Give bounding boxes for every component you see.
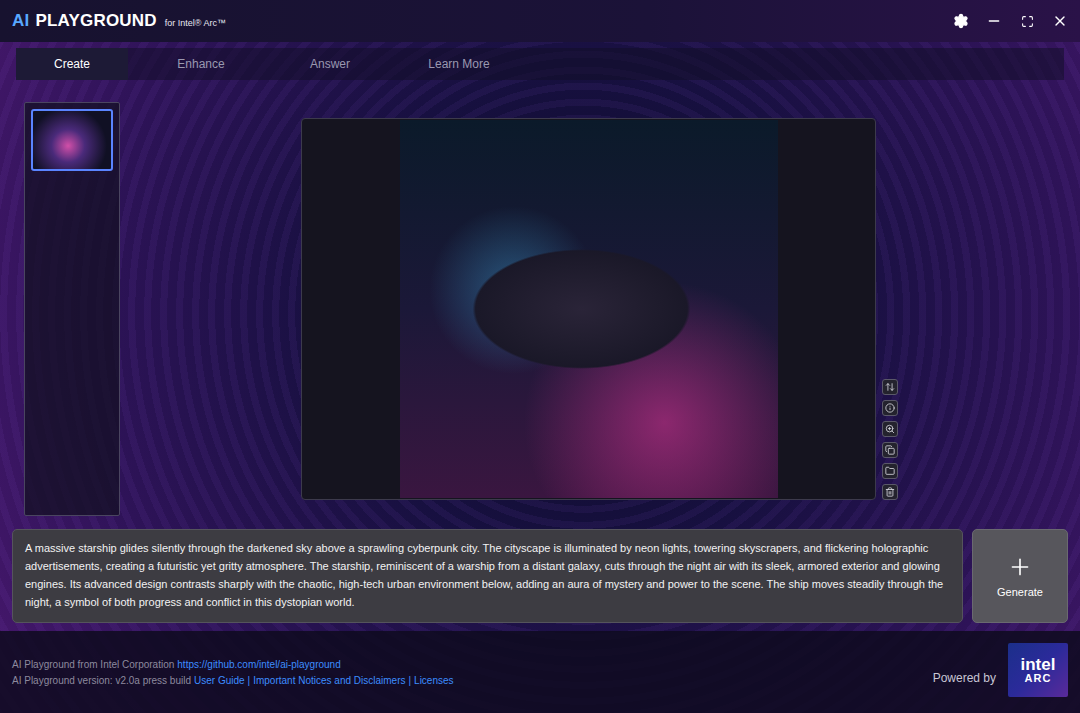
footer-link[interactable]: Licenses — [414, 675, 453, 686]
folder-button[interactable] — [882, 463, 898, 479]
folder-icon — [885, 466, 895, 476]
repo-link[interactable]: https://github.com/intel/ai-playground — [177, 659, 340, 670]
trash-button[interactable] — [882, 484, 898, 500]
maximize-button[interactable] — [1019, 13, 1035, 29]
info-icon — [885, 403, 895, 413]
footer: AI Playground from Intel Corporationhttp… — [0, 631, 1080, 713]
generated-image — [400, 120, 778, 498]
logo-main: PLAYGROUND — [35, 11, 156, 31]
minimize-button[interactable] — [986, 13, 1002, 29]
settings-button[interactable] — [953, 13, 969, 29]
powered-by: Powered by intelARC — [933, 643, 1068, 697]
tab[interactable]: Enhance — [145, 48, 257, 80]
maximize-icon — [1021, 15, 1034, 28]
footer-line: AI Playground version: v2.0a press build… — [12, 675, 454, 686]
footer-link[interactable]: Important Notices and Disclaimers — [253, 675, 405, 686]
intel-arc-logo: intelARC — [1008, 643, 1068, 697]
history-panel — [24, 102, 120, 516]
title-bar: AI PLAYGROUND for Intel® Arc™ — [0, 0, 1080, 42]
copy-icon — [885, 445, 895, 455]
compare-button[interactable] — [882, 379, 898, 395]
tab[interactable]: Answer — [274, 48, 386, 80]
history-thumbnail[interactable] — [31, 109, 113, 171]
link-separator: | — [408, 675, 411, 686]
compare-icon — [885, 382, 895, 392]
footer-text: AI Playground from Intel Corporationhttp… — [12, 643, 454, 686]
close-icon — [1052, 13, 1068, 29]
footer-link[interactable]: User Guide — [194, 675, 245, 686]
zoom-in-icon — [885, 424, 895, 434]
image-tools — [882, 379, 898, 500]
app-logo: AI PLAYGROUND for Intel® Arc™ — [12, 11, 226, 31]
generate-label: Generate — [997, 586, 1043, 598]
badge-bottom: ARC — [1025, 673, 1052, 684]
tab[interactable]: Learn More — [403, 48, 515, 80]
trash-icon — [885, 487, 895, 497]
generate-button[interactable]: Generate — [972, 529, 1068, 623]
prompt-row: A massive starship glides silently throu… — [0, 529, 1080, 623]
preview-area — [301, 118, 898, 500]
window-controls — [953, 13, 1068, 29]
close-button[interactable] — [1052, 13, 1068, 29]
badge-top: intel — [1021, 656, 1056, 673]
logo-accent: AI — [12, 11, 29, 31]
tab[interactable]: Create — [16, 48, 128, 80]
info-button[interactable] — [882, 400, 898, 416]
workspace — [0, 80, 1080, 529]
plus-icon — [1007, 554, 1033, 580]
footer-line: AI Playground from Intel Corporationhttp… — [12, 659, 454, 670]
image-frame — [301, 118, 876, 500]
zoom-in-button[interactable] — [882, 421, 898, 437]
gear-icon — [953, 13, 969, 29]
app-window: AI PLAYGROUND for Intel® Arc™ Create Enhance… — [0, 0, 1080, 713]
minimize-icon — [986, 13, 1002, 29]
copy-button[interactable] — [882, 442, 898, 458]
powered-by-text: Powered by — [933, 655, 996, 685]
prompt-input[interactable]: A massive starship glides silently throu… — [12, 529, 963, 623]
tab-bar: Create Enhance Answer Learn More — [16, 48, 1064, 80]
link-separator: | — [248, 675, 251, 686]
footer-version: AI Playground version: v2.0a press build — [12, 675, 191, 686]
footer-credit: AI Playground from Intel Corporation — [12, 659, 174, 670]
logo-sub: for Intel® Arc™ — [165, 18, 226, 28]
